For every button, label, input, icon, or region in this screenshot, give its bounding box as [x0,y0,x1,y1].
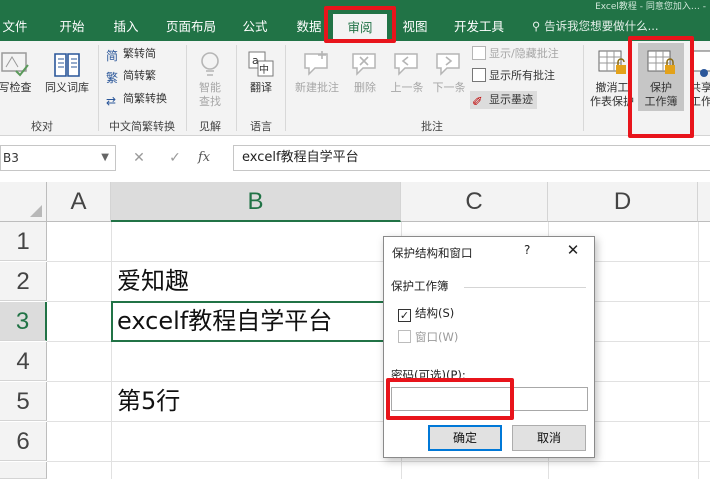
confirm-entry-icon[interactable]: ✓ [164,145,186,171]
new-comment-button[interactable]: 新建批注 [290,49,344,95]
row-header-4[interactable]: 4 [0,342,47,381]
book-icon [54,53,80,77]
new-comment-icon [304,51,328,76]
formula-input[interactable]: excelf教程自学平台 [233,145,710,171]
highlight-review-tab [324,6,396,43]
unprotect-sheet-icon [598,50,626,74]
group-separator [285,45,286,131]
close-icon[interactable]: ✕ [564,241,582,259]
row-header-1[interactable]: 1 [0,222,47,261]
tab-formulas[interactable]: 公式 [235,12,275,41]
row-header-5[interactable]: 5 [0,382,47,421]
group-separator [583,45,584,131]
ribbon: 写检查 同义词库 校对 简繁转简 繁简转繁 ⇄ 简繁转换 中文简繁转换 智能 查找… [0,41,710,136]
row-header-6[interactable]: 6 [0,422,47,461]
insert-function-icon[interactable]: fx [198,145,210,171]
chevron-down-icon[interactable]: ▼ [101,146,109,170]
cell-b2[interactable]: 爱知趣 [111,262,189,301]
column-header-b[interactable]: B [111,182,401,222]
tell-me-text: 告诉我您想要做什么... [544,19,659,33]
tab-file[interactable]: 文件 [0,12,30,41]
checkbox-unchecked-icon [398,330,411,343]
group-separator [236,45,237,131]
translate-icon: a中 [248,51,274,77]
dialog-title: 保护结构和窗口 [392,246,473,260]
cancel-entry-icon[interactable]: ✕ [128,145,150,171]
section-label: 保护工作簿 [391,279,449,293]
select-all-corner[interactable] [0,182,47,222]
checkbox-checked-icon: ✓ [398,309,411,322]
ok-button[interactable]: 确定 [428,425,502,451]
section-divider [464,287,586,288]
column-header-e[interactable] [698,182,710,222]
simplified-icon: 简 [106,49,119,63]
active-cell-outline [111,301,401,342]
row-header-2[interactable]: 2 [0,262,47,301]
spelling-button[interactable]: 写检查 [0,49,40,95]
cancel-button[interactable]: 取消 [512,425,586,451]
show-hide-comment-button[interactable]: 显示/隐藏批注 [472,45,559,63]
svg-text:中: 中 [259,63,269,76]
group-proofing: 校对 [31,120,53,133]
group-separator [186,45,187,131]
window-title: Excel教程 - 同意您加入… - [595,2,706,12]
cell-b5[interactable]: 第5行 [111,382,180,421]
group-insights: 见解 [199,120,221,133]
worksheet-grid[interactable]: A B C D 1 2 3 4 5 6 爱知趣 excelf教程自学平台 第5行 [0,182,710,479]
formula-bar: B3 ▼ ✕ ✓ fx excelf教程自学平台 [0,136,710,182]
thesaurus-button[interactable]: 同义词库 [42,49,92,95]
convert-icon: ⇄ [106,94,117,108]
tab-data[interactable]: 数据 [289,12,329,41]
tab-page-layout[interactable]: 页面布局 [160,12,222,41]
smart-lookup-button[interactable]: 智能 查找 [190,49,230,109]
translate-button[interactable]: a中 翻译 [243,49,279,95]
convert-button[interactable]: ⇄ 简繁转换 [106,90,167,108]
name-box[interactable]: B3 ▼ [0,145,116,171]
group-language: 语言 [250,120,272,133]
show-all-comments-icon [472,68,486,82]
tab-home[interactable]: 开始 [52,12,92,41]
column-header-a[interactable]: A [47,182,111,222]
column-header-c[interactable]: C [401,182,548,222]
next-comment-icon [436,53,460,76]
group-comments: 批注 [421,120,443,133]
tab-insert[interactable]: 插入 [106,12,146,41]
row-header-7[interactable] [0,462,47,479]
structure-checkbox[interactable]: ✓ 结构(S) [398,306,454,322]
to-simplified-button[interactable]: 简繁转简 [106,45,156,63]
next-comment-button[interactable]: 下一条 [428,49,470,95]
to-traditional-button[interactable]: 繁简转繁 [106,67,156,85]
traditional-icon: 繁 [106,71,119,85]
help-button[interactable]: ? [524,243,530,257]
delete-comment-button[interactable]: 删除 [346,49,384,95]
windows-checkbox[interactable]: 窗口(W) [398,330,458,346]
spelling-icon [1,52,29,77]
previous-comment-icon [394,53,418,76]
delete-comment-icon [352,53,376,76]
highlight-protect-workbook [628,36,694,138]
column-header-d[interactable]: D [548,182,698,222]
previous-comment-button[interactable]: 上一条 [386,49,428,95]
tab-view[interactable]: 视图 [395,12,435,41]
row-header-3[interactable]: 3 [0,302,47,341]
ink-icon: ✐ [472,95,483,110]
show-ink-button[interactable]: ✐ 显示墨迹 [470,91,537,110]
tab-developer[interactable]: 开发工具 [448,12,510,41]
group-chinese-conversion: 中文简繁转换 [109,120,175,133]
lightbulb-icon [201,52,219,76]
group-separator [98,45,99,131]
lightbulb-icon: ⚲ [532,19,541,33]
show-all-comments-button[interactable]: 显示所有批注 [472,67,555,85]
protect-structure-dialog: 保护结构和窗口 ? ✕ 保护工作簿 ✓ 结构(S) 窗口(W) 密码(可选)(P)… [383,236,595,458]
highlight-password-field [386,378,514,420]
show-hide-comment-icon [472,46,486,60]
